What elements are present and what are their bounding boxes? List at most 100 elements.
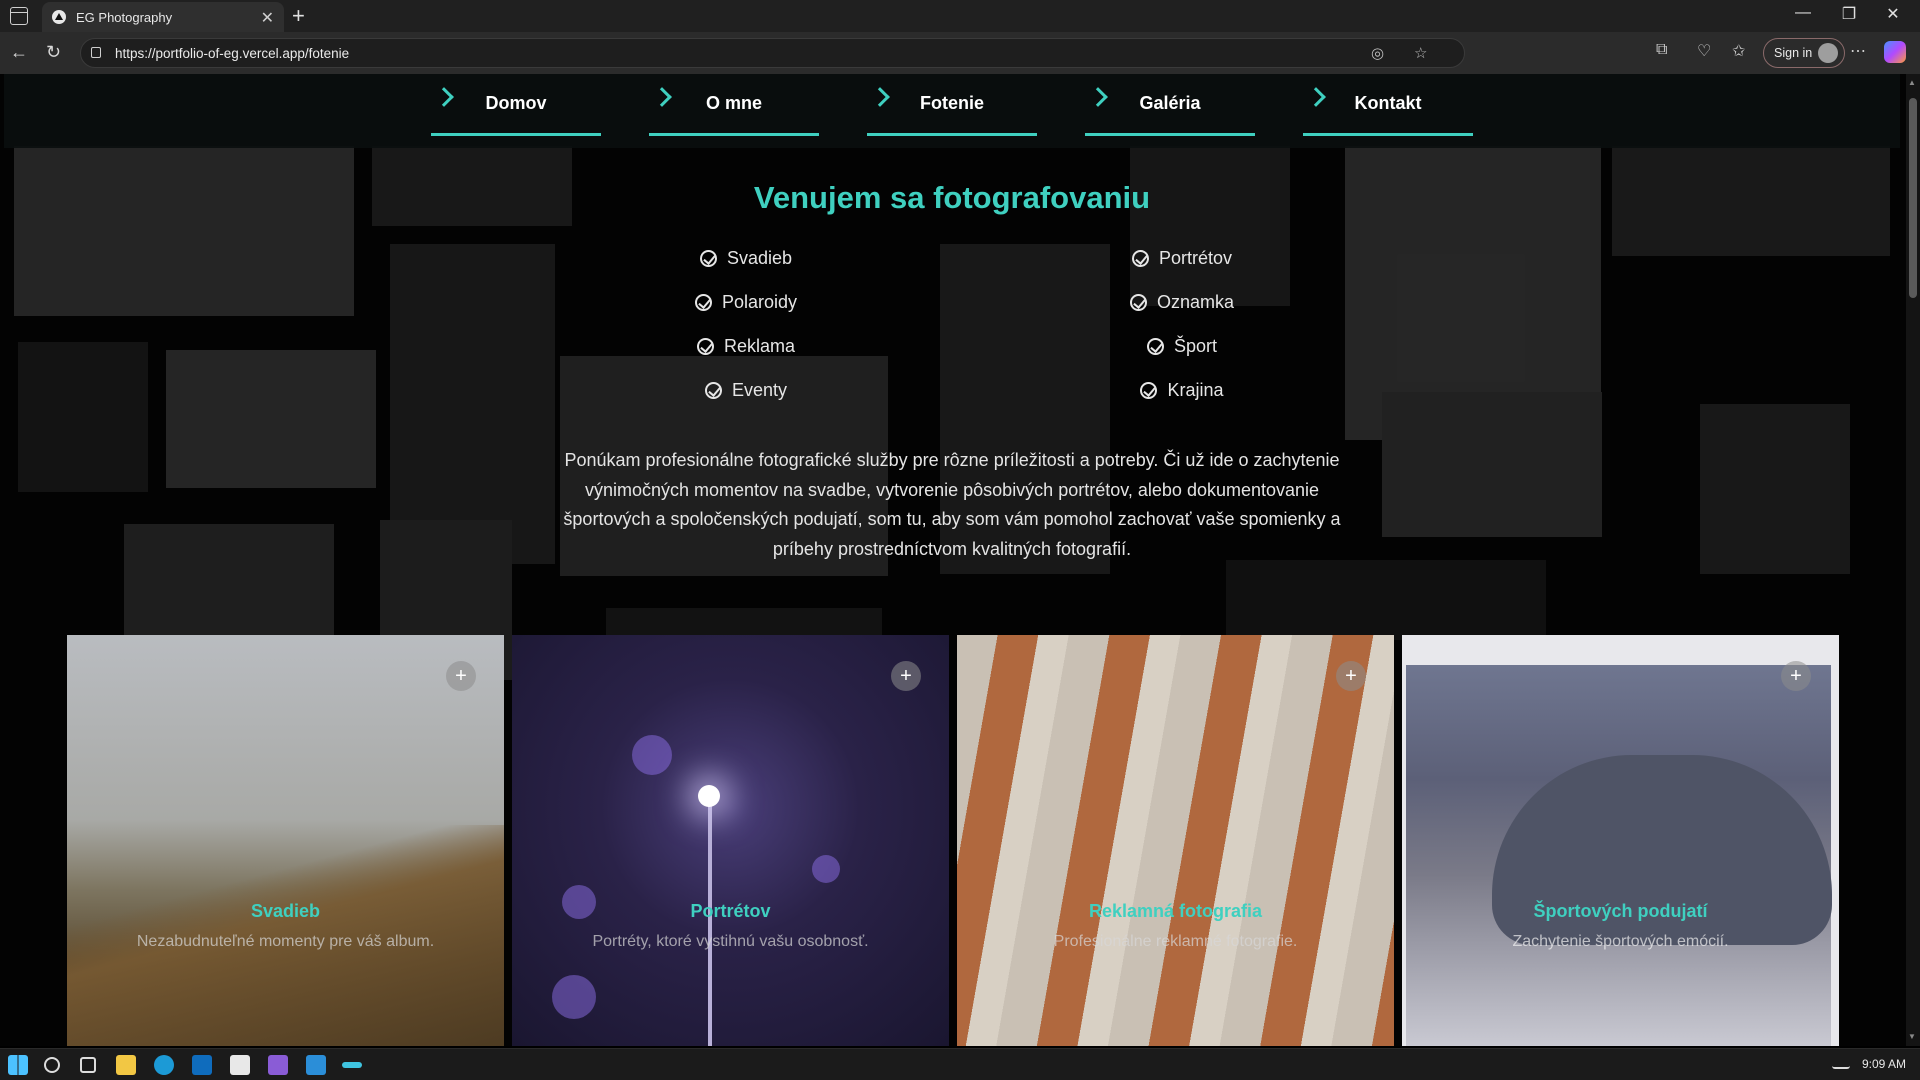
check-circle-icon [1129, 293, 1147, 311]
card-photo-lamp-glow [698, 785, 720, 807]
service-label: Eventy [731, 379, 788, 400]
tab-close-icon[interactable]: ✕ [261, 8, 274, 28]
site-navigation: Domov O mne Fotenie Galéria Kontakt [4, 74, 1900, 148]
nav-link-fotenie[interactable]: Fotenie [867, 74, 1037, 136]
scrollbar-thumb[interactable] [1909, 98, 1917, 298]
task-view-icon[interactable] [80, 1057, 96, 1073]
favorite-star-icon[interactable]: ☆ [1414, 44, 1427, 62]
nav-link-galeria[interactable]: Galéria [1085, 74, 1255, 136]
scroll-up-icon[interactable]: ▲ [1908, 78, 1916, 87]
service-card-portretov[interactable]: + Portrétov Portréty, ktoré vystihnú vaš… [512, 635, 949, 1046]
favorites-icon[interactable]: ✩ [1732, 41, 1745, 61]
chevron-right-icon [1088, 87, 1108, 107]
outlook-icon[interactable] [192, 1055, 212, 1075]
nav-link-kontakt[interactable]: Kontakt [1303, 74, 1473, 136]
address-bar[interactable]: https://portfolio-of-eg.vercel.app/foten… [80, 38, 1465, 68]
service-label: Krajina [1167, 379, 1224, 400]
nav-link-o-mne[interactable]: O mne [649, 74, 819, 136]
check-circle-icon [694, 293, 712, 311]
check-circle-icon [699, 249, 717, 267]
search-icon[interactable] [44, 1057, 60, 1073]
taskbar-clock[interactable]: 9:09 AM [1862, 1057, 1906, 1071]
url-text: https://portfolio-of-eg.vercel.app/foten… [115, 46, 350, 61]
store-icon[interactable] [230, 1055, 250, 1075]
new-tab-button[interactable]: + [292, 3, 305, 29]
visual-studio-icon[interactable] [268, 1055, 288, 1075]
file-explorer-icon[interactable] [116, 1055, 136, 1075]
plus-icon[interactable]: + [1781, 661, 1811, 691]
service-item: Krajina [1032, 368, 1332, 412]
card-subtitle: Profesionálne reklamné fotografie. [1053, 933, 1298, 950]
vscode-icon[interactable] [306, 1055, 326, 1075]
chevron-right-icon [434, 87, 454, 107]
nav-label: Fotenie [919, 93, 984, 113]
scroll-down-icon[interactable]: ▼ [1908, 1032, 1916, 1041]
plus-icon[interactable]: + [446, 661, 476, 691]
sign-in-label: Sign in [1774, 46, 1813, 60]
browser-tab[interactable]: EG Photography ✕ [42, 2, 284, 32]
service-label: Oznamka [1156, 291, 1235, 312]
browser-essentials-icon[interactable]: ♡ [1697, 41, 1711, 61]
card-title: Svadieb [250, 901, 321, 921]
windows-taskbar: 9:09 AM [0, 1048, 1920, 1080]
edge-browser-icon[interactable] [154, 1055, 174, 1075]
window-close-button[interactable]: ✕ [1870, 4, 1916, 24]
nav-label: Domov [485, 93, 547, 113]
section-heading: Venujem sa fotografovaniu [753, 180, 1151, 215]
service-label: Reklama [723, 335, 796, 356]
back-button[interactable]: ← [10, 42, 28, 63]
pen-menu-icon[interactable] [1832, 1055, 1850, 1069]
reading-mode-icon[interactable]: ◎ [1371, 44, 1384, 62]
card-photo-bokeh [632, 735, 672, 775]
plus-icon[interactable]: + [1336, 661, 1366, 691]
check-circle-icon [704, 381, 722, 399]
service-label: Šport [1173, 335, 1218, 356]
service-item: Polaroidy [596, 280, 896, 324]
minimize-button[interactable]: — [1780, 4, 1826, 22]
card-title: Portrétov [690, 901, 771, 921]
service-item: Oznamka [1032, 280, 1332, 324]
tab-actions-icon[interactable] [10, 7, 28, 25]
intro-paragraph: Ponúkam profesionálne fotografické služb… [563, 450, 1341, 559]
check-circle-icon [1140, 381, 1158, 399]
sign-in-button[interactable]: Sign in [1763, 38, 1846, 68]
more-menu-icon[interactable]: ⋯ [1850, 41, 1866, 61]
service-item: Eventy [596, 368, 896, 412]
card-title: Reklamná fotografia [1088, 901, 1263, 921]
site-favicon-icon [52, 10, 66, 24]
card-title: Športových podujatí [1533, 901, 1708, 921]
nav-label: O mne [705, 93, 762, 113]
restore-button[interactable]: ❐ [1826, 4, 1872, 24]
browser-tab-bar: EG Photography ✕ + — ❐ ✕ [0, 0, 1920, 32]
card-photo-bokeh [812, 855, 840, 883]
start-menu-icon[interactable] [8, 1055, 28, 1075]
service-label: Portrétov [1158, 247, 1233, 268]
service-item: Portrétov [1032, 236, 1332, 280]
lock-icon [91, 47, 101, 58]
card-subtitle: Nezabudnuteľné momenty pre váš album. [136, 933, 435, 950]
copilot-icon[interactable] [1884, 41, 1906, 63]
extensions-icon[interactable]: ⧉ [1656, 41, 1667, 59]
page-scrollbar[interactable]: ▲ ▼ [1906, 74, 1920, 1046]
browser-toolbar: ← ↻ https://portfolio-of-eg.vercel.app/f… [0, 32, 1920, 74]
avatar-icon [1818, 43, 1839, 63]
nav-label: Kontakt [1354, 93, 1422, 113]
terminal-icon[interactable] [342, 1062, 362, 1068]
service-item: Svadieb [596, 236, 896, 280]
service-label: Polaroidy [721, 291, 798, 312]
nav-link-domov[interactable]: Domov [431, 74, 601, 136]
chevron-right-icon [1306, 87, 1326, 107]
nav-label: Galéria [1139, 93, 1201, 113]
reload-button[interactable]: ↻ [46, 42, 61, 63]
check-circle-icon [1131, 249, 1149, 267]
card-photo-bokeh [552, 975, 596, 1019]
web-page: Domov O mne Fotenie Galéria Kontakt Venu… [0, 74, 1920, 1046]
check-circle-icon [1146, 337, 1164, 355]
check-circle-icon [696, 337, 714, 355]
services-list-left: Svadieb Polaroidy Reklama Eventy [596, 236, 896, 412]
service-card-reklamna[interactable]: + Reklamná fotografia Profesionálne rekl… [957, 635, 1394, 1046]
service-card-svadieb[interactable]: + Svadieb Nezabudnuteľné momenty pre váš… [67, 635, 504, 1046]
tab-title: EG Photography [76, 9, 173, 25]
service-card-sport[interactable]: + Športových podujatí Zachytenie športov… [1402, 635, 1839, 1046]
plus-icon[interactable]: + [891, 661, 921, 691]
